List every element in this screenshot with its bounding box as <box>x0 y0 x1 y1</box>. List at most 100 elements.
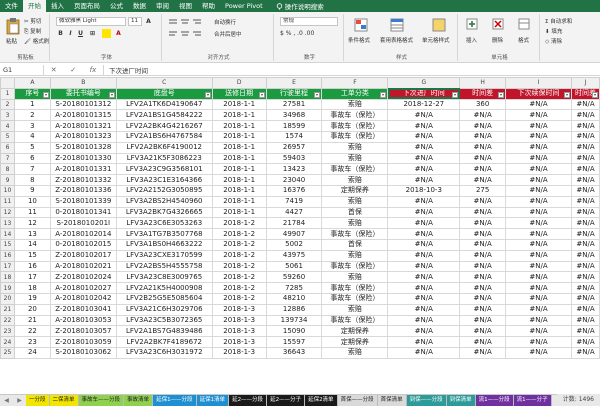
cell[interactable]: #N/A <box>570 228 600 240</box>
row-header[interactable]: 4 <box>0 120 15 132</box>
cell[interactable]: #N/A <box>459 314 507 327</box>
sheet-tab[interactable]: 流1——分子 <box>513 395 552 406</box>
row-header[interactable]: 6 <box>0 141 15 154</box>
cell[interactable]: 2018-1-1 <box>211 152 267 165</box>
cell[interactable]: LFV2A1TK6D4190647 <box>115 98 213 111</box>
column-header[interactable]: A <box>13 77 51 89</box>
cell[interactable]: #N/A <box>570 260 600 273</box>
cell[interactable]: #N/A <box>505 195 572 208</box>
cell[interactable]: 2018-1-2 <box>211 292 267 305</box>
cell[interactable]: #N/A <box>459 152 507 165</box>
cell[interactable]: S-20180101328 <box>49 141 117 154</box>
cell[interactable]: LFV2B25G5E5085604 <box>115 292 213 305</box>
cell[interactable]: #N/A <box>459 195 507 208</box>
cell[interactable]: 索赔 <box>321 271 389 284</box>
cell[interactable]: 7419 <box>265 195 323 208</box>
cell[interactable]: #N/A <box>505 217 572 230</box>
prev-sheet-icon[interactable]: ◀ <box>4 397 9 404</box>
bold-icon[interactable]: B <box>56 29 65 38</box>
cell[interactable]: 8 <box>13 174 51 186</box>
cell[interactable]: #N/A <box>459 109 507 122</box>
row-header[interactable]: 18 <box>0 271 15 284</box>
header-cell[interactable]: 时间差 <box>570 87 600 100</box>
row-header[interactable]: 20 <box>0 292 15 305</box>
cell[interactable]: A-20180101331 <box>49 163 117 176</box>
cell[interactable]: 275 <box>459 184 507 197</box>
cell[interactable]: S-20180103062 <box>49 346 117 359</box>
column-header[interactable]: J <box>570 77 600 89</box>
cell[interactable]: 索赔 <box>321 249 389 262</box>
row-header[interactable]: 24 <box>0 336 15 348</box>
cell[interactable]: #N/A <box>387 292 461 305</box>
cell[interactable]: 2018-1-2 <box>211 271 267 284</box>
cell[interactable]: Z-20180103041 <box>49 303 117 316</box>
cell[interactable]: #N/A <box>459 217 507 230</box>
cell[interactable]: #N/A <box>505 141 572 154</box>
cell[interactable]: A-20180103053 <box>49 314 117 327</box>
menu-tab[interactable]: 数据 <box>128 0 151 12</box>
cell[interactable]: A-20180102021 <box>49 260 117 273</box>
cell[interactable]: 49907 <box>265 228 323 240</box>
cell[interactable]: 1574 <box>265 130 323 143</box>
menu-tab[interactable]: Power Pivot <box>220 0 268 12</box>
cell[interactable]: #N/A <box>570 98 600 111</box>
cell[interactable]: #N/A <box>459 282 507 294</box>
cell[interactable]: 2 <box>13 109 51 122</box>
number-format-combo[interactable]: 常规 <box>280 17 338 26</box>
row-header[interactable]: 1 <box>0 87 15 100</box>
cell[interactable]: #N/A <box>387 228 461 240</box>
cell[interactable]: 17 <box>13 271 51 284</box>
cell[interactable]: 2018-1-3 <box>211 325 267 338</box>
row-header[interactable]: 2 <box>0 98 15 111</box>
filter-dropdown-icon[interactable] <box>498 91 505 98</box>
cell[interactable]: #N/A <box>570 314 600 327</box>
cell[interactable]: LFV2A2BK7F4189672 <box>115 336 213 348</box>
filter-dropdown-icon[interactable] <box>380 91 387 98</box>
header-cell[interactable]: 下次续保时间 <box>505 87 572 100</box>
cell[interactable]: 2018-12-27 <box>387 98 461 111</box>
cell-styles-icon[interactable] <box>432 18 446 32</box>
cell[interactable]: 24 <box>13 346 51 359</box>
cell[interactable]: 20 <box>13 303 51 316</box>
cell[interactable]: #N/A <box>387 130 461 143</box>
sheet-tab[interactable]: 到保清单 <box>446 395 476 406</box>
cell[interactable]: LFV3A23C5B3072365 <box>115 314 213 327</box>
cell[interactable]: 23 <box>13 336 51 348</box>
cell[interactable]: #N/A <box>505 238 572 251</box>
cell[interactable]: Z-20180103059 <box>49 336 117 348</box>
cell[interactable]: #N/A <box>505 336 572 348</box>
cell[interactable]: 事故车（保险） <box>321 260 389 273</box>
cell[interactable]: #N/A <box>570 109 600 122</box>
filter-dropdown-icon[interactable] <box>592 91 598 98</box>
cell[interactable]: #N/A <box>387 163 461 176</box>
header-cell[interactable]: 时间差 <box>459 87 507 100</box>
cell[interactable]: #N/A <box>459 249 507 262</box>
cell[interactable]: 事故车（保险） <box>321 109 389 122</box>
cell[interactable]: #N/A <box>387 303 461 316</box>
cell[interactable]: A-20180101323 <box>49 130 117 143</box>
cell[interactable]: #N/A <box>459 141 507 154</box>
grow-font-icon[interactable]: A <box>144 17 153 26</box>
sheet-tab[interactable]: 延保2清单 <box>305 395 338 406</box>
filter-dropdown-icon[interactable] <box>258 91 265 98</box>
cell[interactable]: #N/A <box>505 303 572 316</box>
cell[interactable]: 14 <box>13 238 51 251</box>
autosum-button[interactable]: Σ 自动求和 <box>545 17 572 25</box>
cell[interactable]: #N/A <box>459 174 507 186</box>
cell[interactable]: 0-20180102015 <box>49 238 117 251</box>
cell[interactable]: #N/A <box>459 120 507 132</box>
row-header[interactable]: 19 <box>0 282 15 294</box>
fx-icon[interactable]: fx <box>90 65 97 75</box>
row-header[interactable]: 21 <box>0 303 15 316</box>
cell[interactable]: #N/A <box>387 195 461 208</box>
clear-button[interactable]: ◇ 清除 <box>545 37 562 45</box>
cell[interactable]: LFV2A21K5H4000908 <box>115 282 213 294</box>
next-sheet-icon[interactable]: ▶ <box>17 397 22 404</box>
cell[interactable]: #N/A <box>570 184 600 197</box>
cell[interactable]: LFV3A23C9G3568101 <box>115 163 213 176</box>
cell[interactable]: #N/A <box>505 120 572 132</box>
select-all-corner[interactable] <box>0 77 15 89</box>
column-header[interactable]: D <box>211 77 267 89</box>
cell[interactable]: #N/A <box>387 336 461 348</box>
cell[interactable]: 7285 <box>265 282 323 294</box>
